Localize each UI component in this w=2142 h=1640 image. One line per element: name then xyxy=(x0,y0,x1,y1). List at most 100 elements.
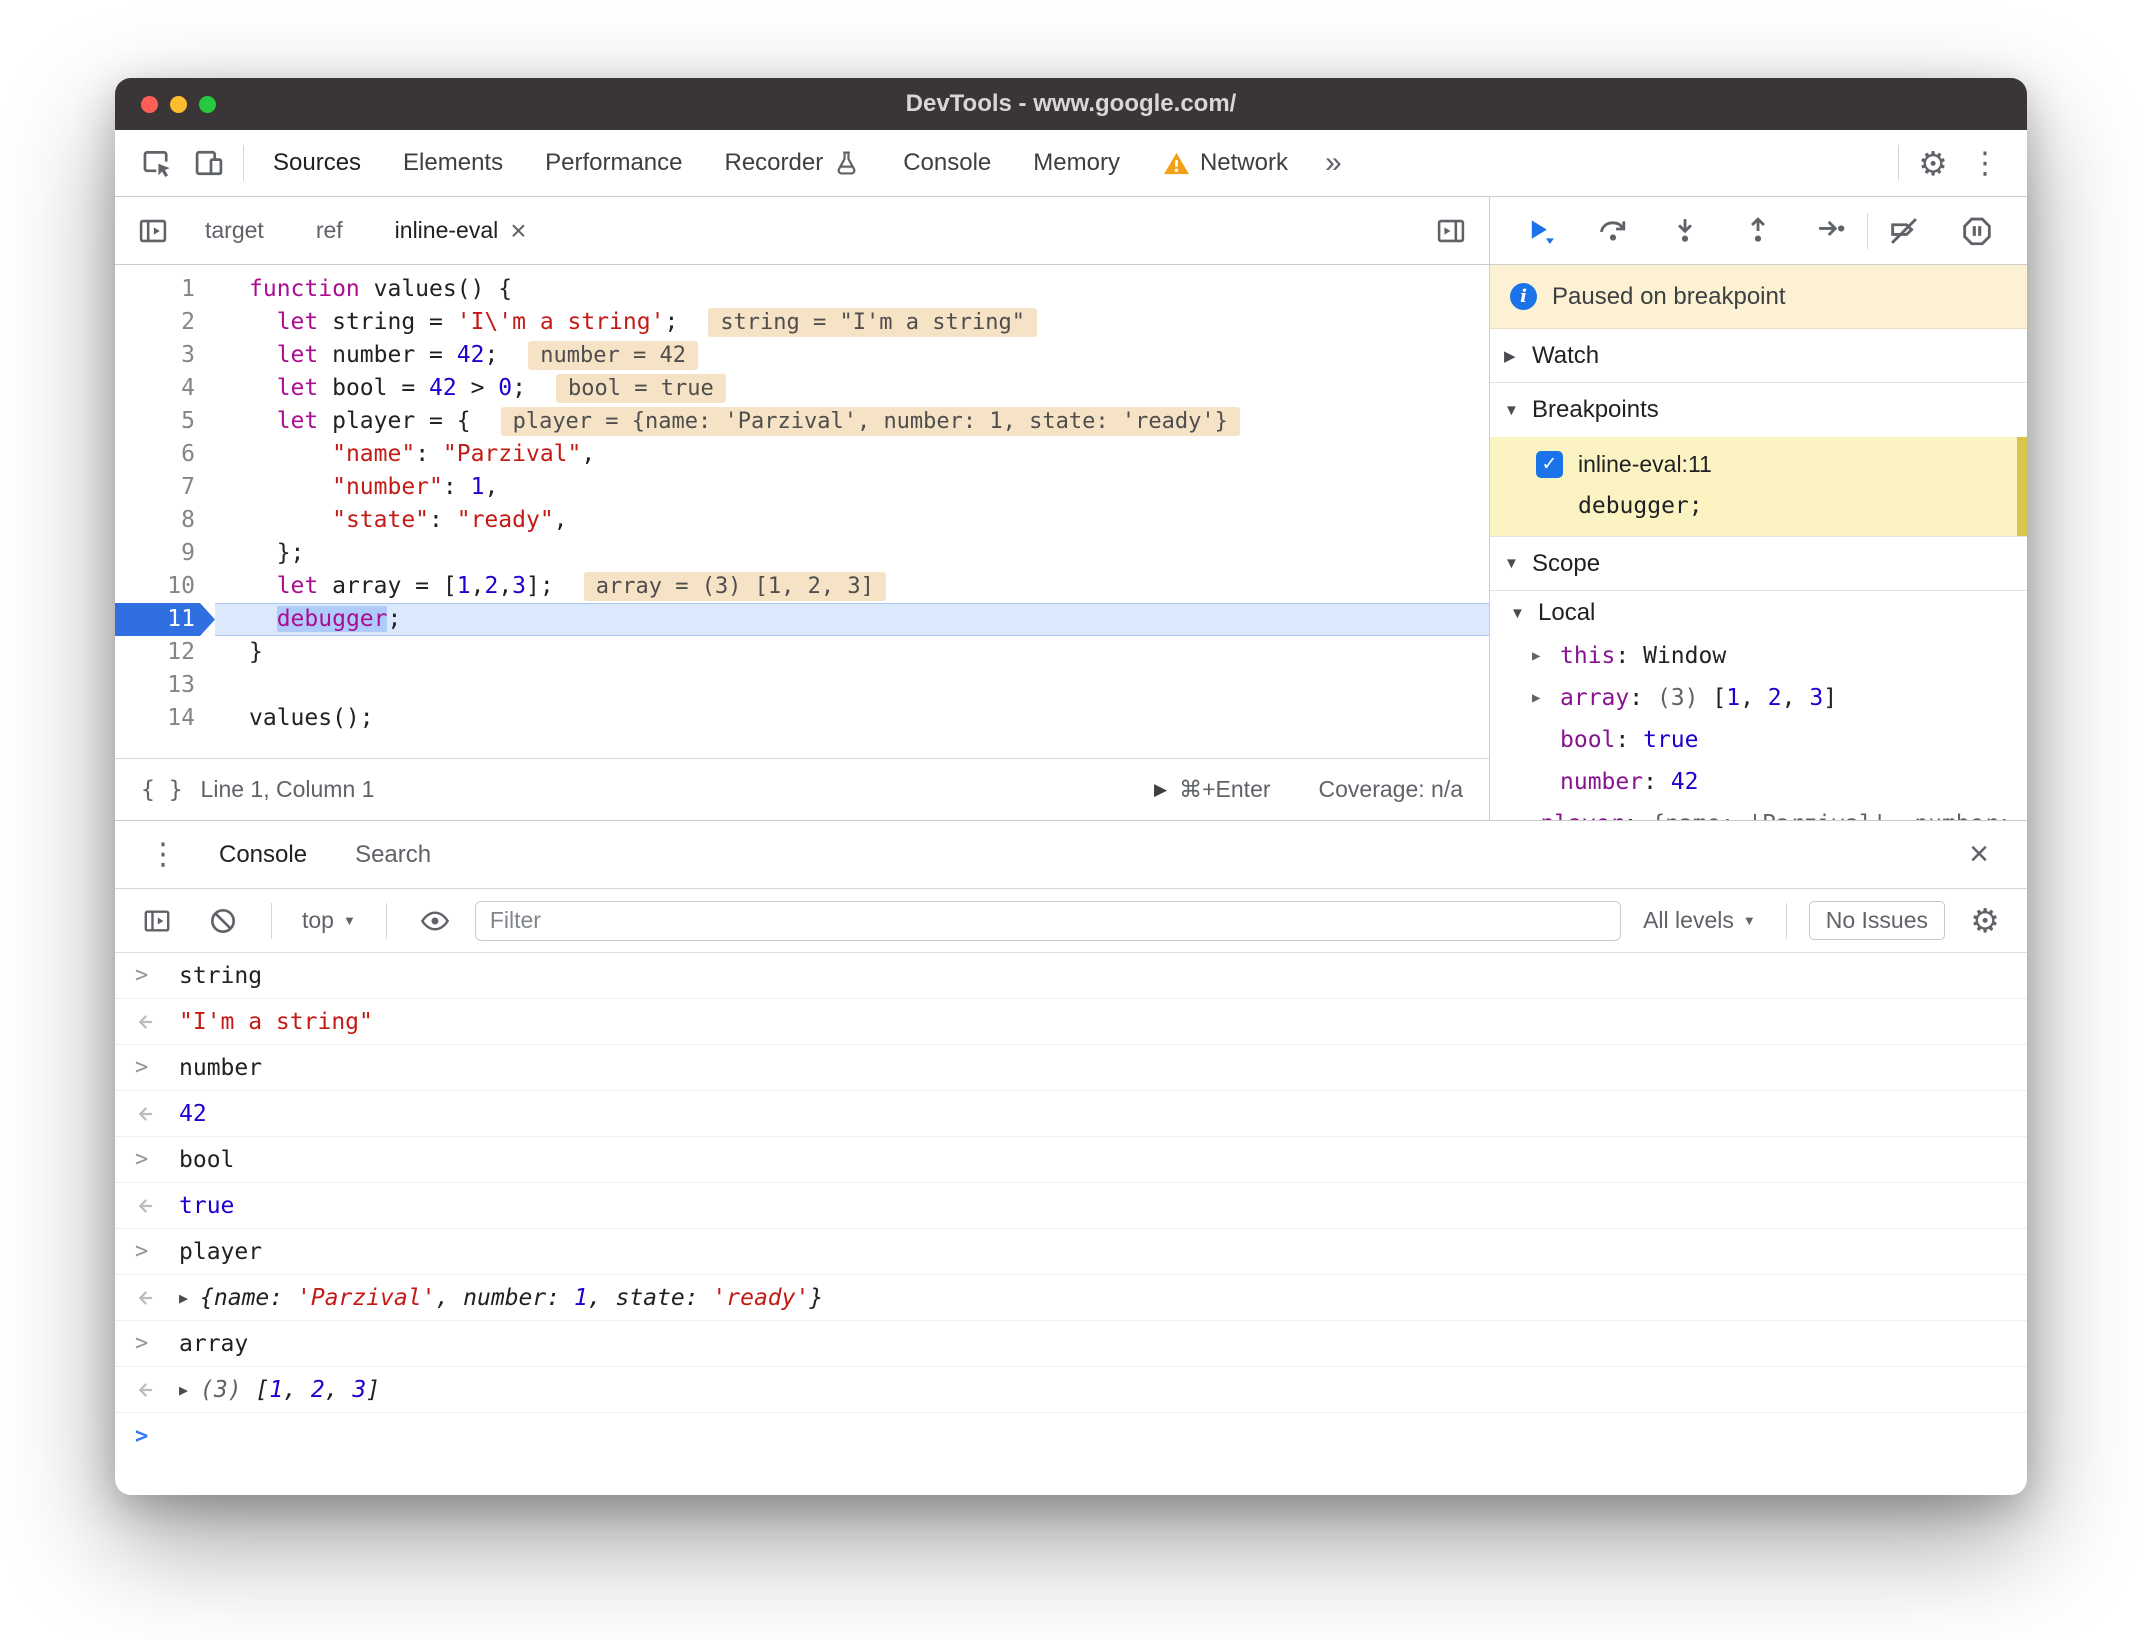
tab-network[interactable]: Network xyxy=(1141,130,1309,196)
chevron-down-icon[interactable]: ▼ xyxy=(1504,402,1532,419)
main-menu-kebab-icon[interactable]: ⋮ xyxy=(1959,130,2011,196)
drawer-tab-search[interactable]: Search xyxy=(355,841,431,869)
expand-triangle-icon[interactable]: ▶ xyxy=(179,1289,188,1307)
resume-button[interactable] xyxy=(1504,197,1577,264)
line-number[interactable]: 13 xyxy=(115,669,215,702)
console-result-row[interactable]: ▶ {name: 'Parzival', number: 1, state: 'r… xyxy=(115,1275,2027,1321)
tab-memory[interactable]: Memory xyxy=(1012,130,1141,196)
scope-local-header[interactable]: ▼ Local xyxy=(1490,591,2027,635)
code-line[interactable]: let player = {player = {name: 'Parzival'… xyxy=(215,405,1489,438)
deactivate-breakpoints-button[interactable] xyxy=(1868,197,1941,264)
settings-gear-icon[interactable]: ⚙ xyxy=(1907,130,1959,196)
console-result-row[interactable]: ▶ (3) [1, 2, 3] xyxy=(115,1367,2027,1413)
close-tab-icon[interactable]: × xyxy=(510,216,526,245)
console-input-row[interactable]: > number xyxy=(115,1045,2027,1091)
inspect-element-button[interactable] xyxy=(131,130,183,196)
code-line[interactable]: let bool = 42 > 0; bool = true xyxy=(215,372,1489,405)
line-number[interactable]: 7 xyxy=(115,471,215,504)
console-input-row[interactable]: > bool xyxy=(115,1137,2027,1183)
close-drawer-icon[interactable]: × xyxy=(1953,821,2005,888)
scope-variable[interactable]: number: 42 xyxy=(1490,761,2027,803)
breakpoint-entry[interactable]: ✓ inline-eval:11 debugger; xyxy=(1490,437,2027,537)
breakpoint-checkbox[interactable]: ✓ xyxy=(1536,450,1563,478)
drawer-tab-console[interactable]: Console xyxy=(219,841,307,869)
live-expression-button[interactable] xyxy=(409,889,461,952)
titlebar[interactable]: DevTools - www.google.com/ xyxy=(115,78,2027,130)
line-number[interactable]: 10 xyxy=(115,570,215,603)
line-number[interactable]: 12 xyxy=(115,636,215,669)
device-toolbar-button[interactable] xyxy=(183,130,235,196)
close-window-button[interactable] xyxy=(141,95,158,113)
code-line[interactable]: let number = 42; number = 42 xyxy=(215,339,1489,372)
line-number[interactable]: 1 xyxy=(115,273,215,306)
breakpoints-section-header[interactable]: ▼ Breakpoints xyxy=(1490,383,2027,437)
code-line[interactable]: } xyxy=(215,636,1489,669)
line-number[interactable]: 8 xyxy=(115,504,215,537)
file-tab-target[interactable]: target xyxy=(179,197,290,264)
code-line[interactable]: function values() { xyxy=(215,273,1489,306)
scope-variable[interactable]: ▶ this: Window xyxy=(1490,635,2027,677)
step-out-button[interactable] xyxy=(1722,197,1795,264)
coverage-status[interactable]: Coverage: n/a xyxy=(1319,776,1463,803)
zoom-window-button[interactable] xyxy=(199,95,216,113)
line-number[interactable]: 14 xyxy=(115,702,215,735)
log-level-selector[interactable]: All levels ▼ xyxy=(1635,907,1764,934)
file-tab-ref[interactable]: ref xyxy=(290,197,369,264)
scope-variable[interactable]: ▶ array: (3) [1, 2, 3] xyxy=(1490,677,2027,719)
pause-on-exceptions-button[interactable] xyxy=(1940,197,2013,264)
drawer-menu-kebab-icon[interactable]: ⋮ xyxy=(137,821,189,888)
code-line[interactable]: "state": "ready", xyxy=(215,504,1489,537)
console-input-row[interactable]: > player xyxy=(115,1229,2027,1275)
chevron-down-icon[interactable]: ▼ xyxy=(1504,555,1532,572)
line-number[interactable]: 9 xyxy=(115,537,215,570)
pretty-print-icon[interactable]: { } xyxy=(141,777,183,803)
chevron-right-icon[interactable]: ▶ xyxy=(1532,690,1560,706)
line-number[interactable]: 5 xyxy=(115,405,215,438)
code-line[interactable]: "number": 1, xyxy=(215,471,1489,504)
scope-section-header[interactable]: ▼ Scope xyxy=(1490,537,2027,591)
chevron-right-icon[interactable]: ▶ xyxy=(1504,347,1532,365)
code-line[interactable]: }; xyxy=(215,537,1489,570)
console-result-row[interactable]: true xyxy=(115,1183,2027,1229)
scope-variable[interactable]: bool: true xyxy=(1490,719,2027,761)
focus-debuggee-button[interactable] xyxy=(1425,197,1477,264)
line-number[interactable]: 3 xyxy=(115,339,215,372)
console-input-row[interactable]: > string xyxy=(115,953,2027,999)
line-number[interactable]: 4 xyxy=(115,372,215,405)
code-line[interactable]: let string = 'I\'m a string'; string = "I… xyxy=(215,306,1489,339)
execution-line-number[interactable]: 11 xyxy=(115,603,215,636)
chevron-down-icon[interactable]: ▼ xyxy=(1510,605,1538,622)
minimize-window-button[interactable] xyxy=(170,95,187,113)
line-number[interactable]: 2 xyxy=(115,306,215,339)
console-sidebar-button[interactable] xyxy=(131,889,183,952)
filter-input[interactable] xyxy=(474,900,1622,941)
watch-section-header[interactable]: ▶ Watch xyxy=(1490,329,2027,383)
code-line[interactable]: let array = [1,2,3]; array = (3) [1, 2, 3… xyxy=(215,570,1489,603)
console-result-row[interactable]: 42 xyxy=(115,1091,2027,1137)
expand-triangle-icon[interactable]: ▶ xyxy=(179,1381,188,1399)
code-editor[interactable]: 1 function values() {2 let string = 'I\'m… xyxy=(115,265,1489,758)
tab-console[interactable]: Console xyxy=(882,130,1012,196)
console-prompt-row[interactable]: > xyxy=(115,1413,2027,1459)
chevron-right-icon[interactable]: ▶ xyxy=(1532,648,1560,664)
context-selector[interactable]: top ▼ xyxy=(294,907,364,934)
code-line[interactable]: "name": "Parzival", xyxy=(215,438,1489,471)
tab-recorder[interactable]: Recorder xyxy=(703,130,882,196)
toggle-navigator-button[interactable] xyxy=(127,197,179,264)
code-line[interactable]: values(); xyxy=(215,702,1489,735)
clear-console-button[interactable] xyxy=(197,889,249,952)
tab-sources[interactable]: Sources xyxy=(252,130,382,196)
step-button[interactable] xyxy=(1794,197,1867,264)
console-settings-gear-icon[interactable]: ⚙ xyxy=(1959,889,2011,952)
step-over-button[interactable] xyxy=(1577,197,1650,264)
code-line[interactable] xyxy=(215,669,1489,702)
console-input-row[interactable]: > array xyxy=(115,1321,2027,1367)
console-output[interactable]: > string "I'm a string" > number 42 > bool true >… xyxy=(115,953,2027,1495)
code-line[interactable]: debugger; xyxy=(215,603,1489,636)
file-tab-inline-eval[interactable]: inline-eval × xyxy=(369,197,553,264)
tab-elements[interactable]: Elements xyxy=(382,130,524,196)
scope-variable[interactable]: ▶player: {name: 'Parzival', number: 1, s… xyxy=(1490,803,2027,820)
more-panels-button[interactable]: » xyxy=(1309,146,1358,180)
tab-performance[interactable]: Performance xyxy=(524,130,703,196)
line-number[interactable]: 6 xyxy=(115,438,215,471)
